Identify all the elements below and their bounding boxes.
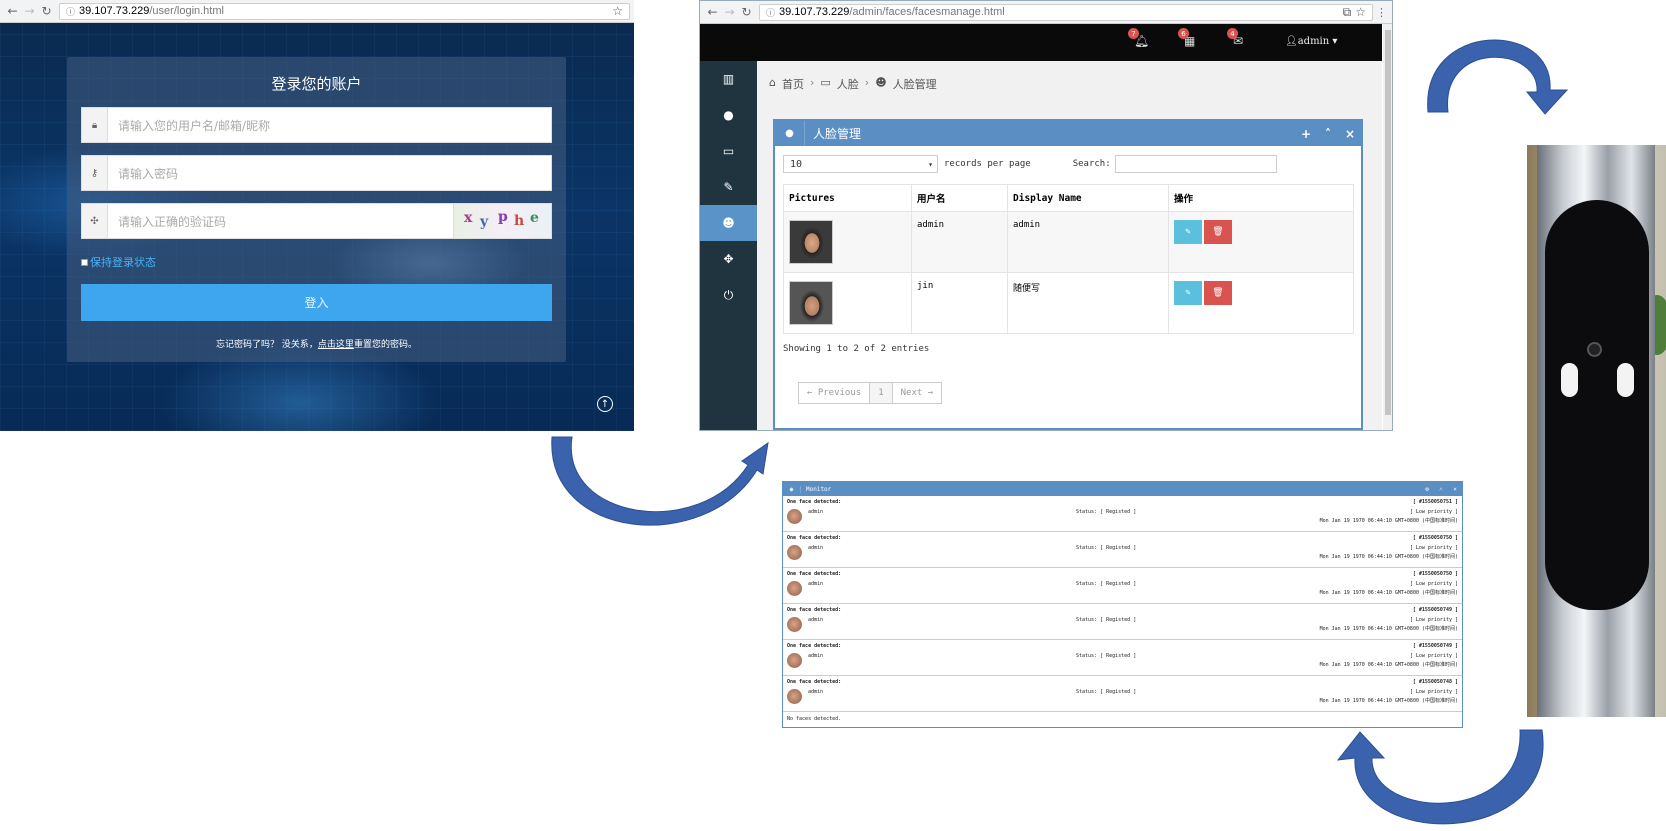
arrow-loop-top-right [1427, 39, 1569, 115]
flow-arrows [551, 39, 1569, 825]
arrow-login-to-admin [551, 436, 769, 526]
arrow-photo-to-monitor [1336, 729, 1544, 825]
